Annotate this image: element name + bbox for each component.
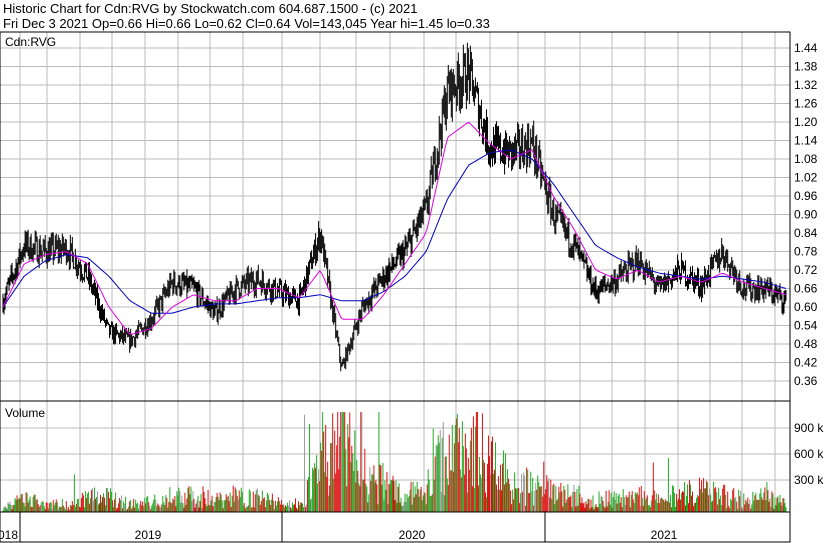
stock-chart: Historic Chart for Cdn:RVG by Stockwatch… [0,0,830,543]
price-y-tick-label: 0.78 [794,245,818,259]
header-line-1: Historic Chart for Cdn:RVG by Stockwatch… [3,1,418,16]
price-y-tick-label: 0.36 [794,374,818,388]
x-tick-label: 2020 [399,528,426,542]
price-y-tick-label: 1.20 [794,115,818,129]
price-y-tick-label: 0.96 [794,189,818,203]
volume-y-tick-label: 600 k [794,447,824,461]
price-y-tick-label: 1.38 [794,60,818,74]
price-y-tick-label: 1.32 [794,78,818,92]
volume-y-axis: 900 k 600 k 300 k [794,421,824,487]
price-panel-title: Cdn:RVG [5,35,56,49]
chart-canvas: Historic Chart for Cdn:RVG by Stockwatch… [0,0,830,543]
price-y-tick-label: 0.60 [794,300,818,314]
price-y-tick-label: 1.02 [794,171,818,185]
price-y-tick-label: 0.48 [794,337,818,351]
price-y-tick-label: 1.44 [794,41,818,55]
price-y-tick-label: 1.08 [794,152,818,166]
x-tick-label: 2021 [651,528,678,542]
price-y-tick-label: 0.72 [794,263,818,277]
volume-panel-title: Volume [5,406,45,420]
volume-y-tick-label: 900 k [794,421,824,435]
volume-y-tick-label: 300 k [794,473,824,487]
price-y-tick-label: 1.14 [794,134,818,148]
price-y-tick-label: 0.54 [794,319,818,333]
x-tick-label: 2019 [135,528,162,542]
price-y-tick-label: 0.42 [794,356,818,370]
price-y-tick-label: 0.66 [794,282,818,296]
x-tick-label: 018 [0,528,18,542]
price-y-tick-label: 1.26 [794,97,818,111]
price-y-tick-label: 0.84 [794,226,818,240]
header-line-2: Fri Dec 3 2021 Op=0.66 Hi=0.66 Lo=0.62 C… [3,16,490,31]
price-y-tick-label: 0.90 [794,208,818,222]
